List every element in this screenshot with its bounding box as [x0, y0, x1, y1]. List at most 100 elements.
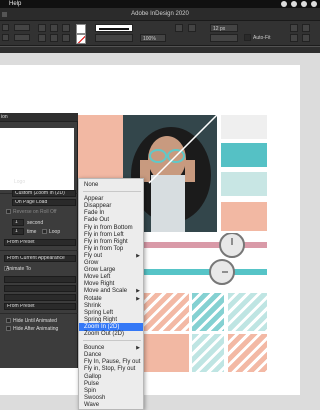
menu-item[interactable]: None: [79, 181, 143, 189]
origin-field[interactable]: [4, 285, 76, 292]
status-icon[interactable]: [281, 1, 287, 7]
menu-item-label: Bounce: [84, 345, 105, 352]
menu-item-label: Fade Out: [84, 217, 110, 224]
corner-field[interactable]: [210, 34, 238, 42]
menu-item-label: Move Left: [84, 274, 111, 281]
reference-point-icon[interactable]: [2, 24, 9, 31]
watches-image[interactable]: [144, 232, 267, 293]
opacity-select[interactable]: From Preset: [4, 303, 76, 310]
rotate-icon[interactable]: [38, 34, 46, 42]
menu-item-label: Fly in from Left: [84, 231, 124, 238]
frame-fit-icon[interactable]: [302, 34, 310, 42]
battery-icon[interactable]: [311, 1, 317, 7]
menu-item-label: Shrink: [84, 302, 102, 309]
preset-value: Custom (Zoom In (2D): [15, 190, 65, 196]
loop-checkbox[interactable]: [42, 229, 47, 234]
menu-item-label: Disappear: [84, 203, 112, 210]
frame-fit-icon[interactable]: [290, 34, 298, 42]
control-bar: 100% 12 px Auto-Fit: [0, 21, 320, 46]
opacity-field[interactable]: 100%: [140, 34, 166, 42]
stroke-type-field[interactable]: [95, 24, 133, 32]
teal-tile[interactable]: [221, 143, 267, 167]
panel-title: ion: [1, 114, 8, 120]
scale-field[interactable]: [4, 294, 76, 301]
menu-item-label: Fly in from Bottom: [84, 224, 133, 231]
striped-tile[interactable]: [192, 334, 224, 372]
stroke-style-field[interactable]: [95, 34, 133, 42]
gray-tile[interactable]: [221, 115, 267, 139]
menu-item-label: Fly out: [84, 252, 103, 259]
y-field[interactable]: [14, 34, 30, 41]
menu-item-label: Spring Right: [84, 316, 118, 323]
menu-item-label: Move and Scale: [84, 288, 128, 295]
animate-to-label: Animate To: [6, 266, 31, 272]
menu-item-label: Fly in, Stop, Fly out: [84, 366, 136, 373]
menu-item-label: Fly in from Top: [84, 245, 124, 252]
select-content-icon[interactable]: [50, 34, 58, 42]
help-menu[interactable]: Help: [9, 0, 21, 8]
menu-item-label: Grow Large: [84, 267, 116, 274]
menu-item-label: Pulse: [84, 380, 100, 387]
select-previous-icon[interactable]: [62, 24, 70, 32]
menu-item-label: Dance: [84, 352, 102, 359]
hide-until-checkbox[interactable]: [6, 318, 11, 323]
preset-select[interactable]: Custom (Zoom In (2D): [12, 190, 76, 197]
duration-value: 1: [15, 219, 18, 225]
menu-item[interactable]: Zoom Out (2D): [79, 330, 143, 338]
wrap-icon[interactable]: [290, 24, 298, 32]
striped-tile[interactable]: [228, 334, 267, 372]
menu-item-label: Wave: [84, 401, 100, 408]
constrain-icon[interactable]: [2, 34, 9, 41]
stroke-swatch[interactable]: [76, 34, 86, 44]
animate-value: From Current Appearance: [7, 255, 65, 261]
menu-item[interactable]: Wave: [79, 401, 143, 409]
preset-dropdown-menu: None Appear Disappear Fade In Fade Out Fly in…: [78, 178, 144, 410]
opacity-value: From Preset: [7, 303, 35, 309]
title-bar: Adobe InDesign 2020: [0, 8, 320, 21]
zoom-value: 100%: [143, 36, 156, 42]
menu-item-label: Zoom Out (2D): [84, 331, 125, 337]
menu-item-label: Grow: [84, 260, 99, 266]
striped-tile[interactable]: [228, 293, 267, 331]
panel-tab[interactable]: ion: [0, 113, 78, 122]
mint-tile[interactable]: [221, 172, 267, 196]
x-field[interactable]: [14, 24, 30, 31]
speed-value: From Preset: [7, 239, 35, 245]
status-icon[interactable]: [291, 1, 297, 7]
menu-item-label: Fly In, Pause, Fly out: [84, 359, 141, 366]
menu-item-label: Swoosh: [84, 394, 106, 401]
event-select[interactable]: On Page Load: [12, 199, 76, 206]
stroke-weight-field[interactable]: 12 px: [210, 24, 238, 32]
wifi-icon[interactable]: [301, 1, 307, 7]
system-tray: [281, 1, 317, 7]
auto-fit-label: Auto-Fit: [253, 35, 271, 41]
fill-swatch[interactable]: [76, 24, 86, 34]
striped-tile[interactable]: [192, 293, 224, 331]
duration-field[interactable]: 1: [12, 219, 24, 226]
select-next-icon[interactable]: [62, 34, 70, 42]
wrap-icon[interactable]: [302, 24, 310, 32]
reverse-checkbox[interactable]: [6, 209, 11, 214]
menu-separator: [83, 191, 141, 193]
pink-tile[interactable]: [144, 334, 189, 372]
menu-item-label: None: [84, 182, 99, 188]
divider: [0, 250, 78, 251]
flip-icon[interactable]: [38, 24, 46, 32]
speed-select[interactable]: From Preset: [4, 239, 76, 246]
animation-preview: [0, 128, 74, 190]
menu-item-label: Rotate: [84, 295, 102, 302]
play-field[interactable]: 1: [12, 228, 24, 235]
auto-fit-checkbox[interactable]: [244, 34, 251, 41]
hide-after-checkbox[interactable]: [6, 326, 11, 331]
name-value: Logo: [14, 179, 26, 185]
striped-tile[interactable]: [144, 293, 189, 331]
select-container-icon[interactable]: [50, 24, 58, 32]
drop-shadow-icon[interactable]: [175, 24, 183, 32]
menu-separator: [83, 340, 141, 342]
rotate-field[interactable]: [4, 276, 76, 283]
animation-panel: ion Logo Custom (Zoom In (2D) On Page Lo…: [0, 113, 78, 368]
effects-icon[interactable]: [188, 24, 196, 32]
pink-tile[interactable]: [221, 202, 267, 231]
animate-select[interactable]: From Current Appearance: [4, 255, 76, 262]
menu-bar: Help: [0, 0, 320, 8]
